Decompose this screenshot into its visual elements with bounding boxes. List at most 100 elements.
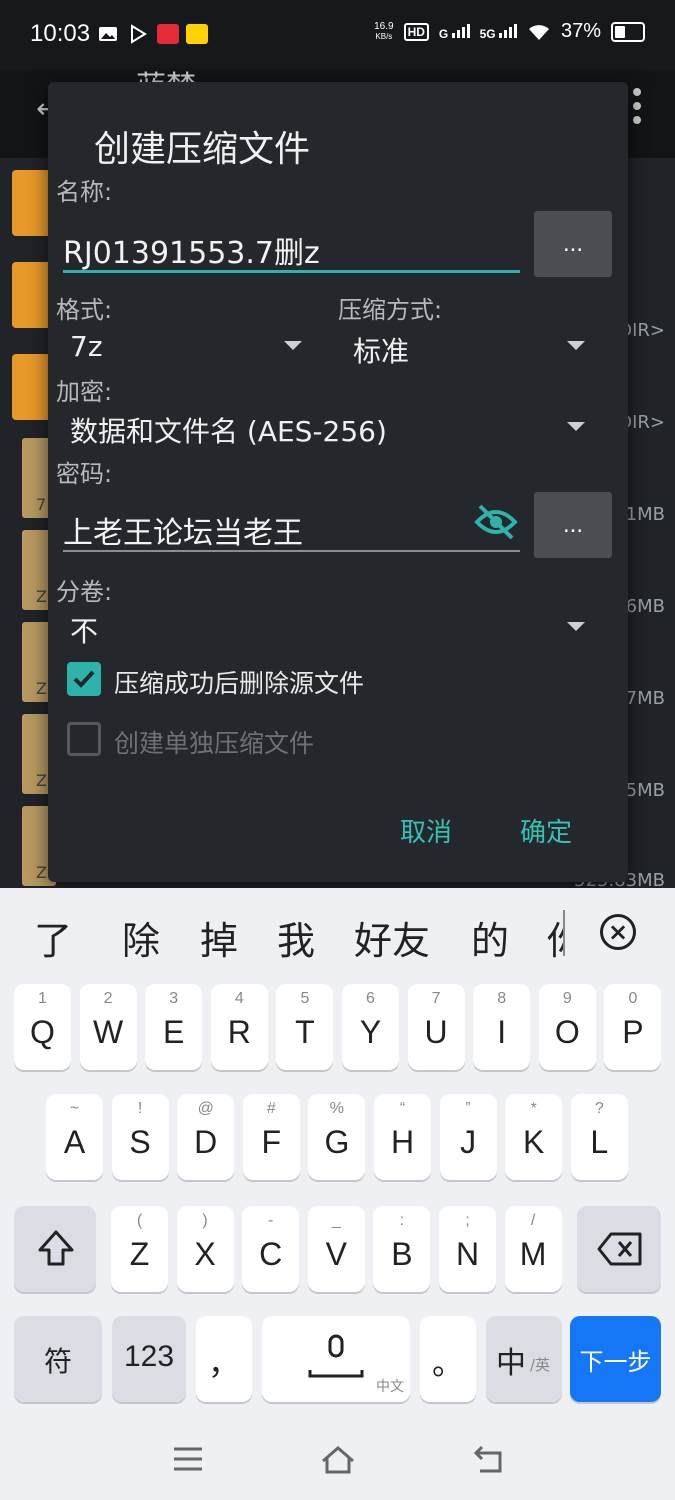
more-options-icon[interactable] (633, 88, 641, 130)
key-secondary-label: “ (399, 1100, 406, 1117)
encrypt-select[interactable]: 数据和文件名 (AES-256) (70, 410, 387, 450)
encrypt-chevron-down-icon[interactable] (567, 422, 585, 431)
candidate-scroll-edge (563, 910, 565, 956)
key-secondary-label: ? (594, 1100, 604, 1117)
key-c[interactable]: -C (242, 1206, 300, 1292)
period-key-label: 。 (431, 1344, 464, 1382)
candidate-word[interactable]: 我 (277, 910, 315, 965)
comma-key[interactable]: ， (196, 1316, 252, 1402)
key-w[interactable]: 2W (79, 984, 137, 1070)
key-secondary-label: 8 (497, 990, 507, 1007)
key-o[interactable]: 9O (538, 984, 596, 1070)
candidate-word[interactable]: 好友 (354, 910, 430, 965)
key-t[interactable]: 5T (276, 984, 334, 1070)
key-secondary-label: 9 (562, 990, 572, 1007)
file-meta: 1MB (625, 504, 665, 525)
method-select[interactable]: 标准 (353, 330, 409, 370)
sim2-label: 5G (479, 27, 496, 41)
candidate-word[interactable]: 除 (122, 910, 160, 965)
meituan-badge (186, 24, 208, 44)
key-p[interactable]: 0P (604, 984, 662, 1070)
candidate-word[interactable]: 的 (471, 910, 509, 965)
format-select[interactable]: 7z (70, 330, 103, 363)
period-key[interactable]: 。 (420, 1316, 476, 1402)
hd-icon: HD (403, 22, 429, 41)
key-l[interactable]: ? L (570, 1094, 628, 1180)
candidate-word[interactable]: 了 (34, 910, 72, 965)
method-chevron-down-icon[interactable] (567, 341, 585, 350)
key-x[interactable]: ) X (176, 1206, 234, 1292)
numbers-key-label: 123 (123, 1340, 175, 1373)
name-input-underline (63, 270, 520, 273)
key-secondary-label: 5 (300, 990, 310, 1007)
create-archive-dialog: 创建压缩文件 名称: RJ01391553.7删z ... 格式: 压缩方式: … (48, 82, 628, 882)
cancel-button[interactable]: 取消 (400, 812, 452, 849)
key-primary-label: J (460, 1124, 477, 1160)
key-n[interactable]: ; N (439, 1206, 496, 1292)
key-g[interactable]: % G (308, 1094, 366, 1180)
key-primary-label: R (227, 1014, 251, 1050)
key-a[interactable]: ~ A (46, 1094, 103, 1180)
key-j[interactable]: ” J (439, 1094, 497, 1180)
folder-icon[interactable] (12, 354, 52, 420)
key-h[interactable]: “H (374, 1094, 431, 1180)
key-primary-label: K (523, 1124, 545, 1160)
delete-source-label[interactable]: 压缩成功后删除源文件 (114, 664, 364, 700)
key-e[interactable]: 3E (145, 984, 203, 1070)
home-nav-icon[interactable] (320, 1445, 356, 1475)
shift-key[interactable] (14, 1206, 96, 1292)
name-input[interactable]: RJ01391553.7删z (63, 228, 320, 272)
key-k[interactable]: * K (505, 1094, 563, 1180)
key-y[interactable]: 6Y (342, 984, 399, 1070)
format-chevron-down-icon[interactable] (284, 341, 302, 350)
numbers-key[interactable]: 123 (112, 1316, 186, 1402)
next-step-button[interactable]: 下一步 (570, 1316, 661, 1402)
key-v[interactable]: _ V (307, 1206, 365, 1292)
key-secondary-label: % (329, 1100, 344, 1117)
language-switch-key[interactable]: 中 /英 (486, 1316, 562, 1402)
key-s[interactable]: ! S (111, 1094, 169, 1180)
password-options-button[interactable]: ... (534, 492, 612, 558)
browse-name-button[interactable]: ... (534, 211, 612, 277)
key-q[interactable]: 1Q (14, 984, 71, 1070)
key-primary-label: H (390, 1124, 415, 1160)
candidate-word[interactable]: 掉 (200, 910, 238, 965)
key-secondary-label: 2 (103, 990, 113, 1007)
battery-percent: 37% (560, 20, 601, 42)
dialog-title: 创建压缩文件 (94, 129, 311, 170)
key-secondary-label: ; (465, 1212, 470, 1229)
key-secondary-label: @ (197, 1100, 214, 1117)
separate-archive-checkbox[interactable] (67, 722, 101, 756)
key-primary-label: Y (359, 1014, 382, 1050)
menu-nav-icon[interactable] (172, 1445, 204, 1473)
status-right: 16.9 KB/s HD G 5G 37% (374, 20, 645, 43)
ok-button[interactable]: 确定 (520, 812, 572, 849)
key-i[interactable]: 8I (473, 984, 531, 1070)
space-voice-key[interactable]: 中文 (262, 1316, 410, 1402)
symbols-key[interactable]: 符 (14, 1316, 102, 1402)
key-b[interactable]: :B (373, 1206, 431, 1292)
key-primary-label: G (324, 1124, 350, 1160)
folder-icon[interactable] (12, 262, 52, 328)
key-m[interactable]: / M (504, 1206, 562, 1292)
folder-up-icon[interactable] (12, 170, 52, 236)
separate-archive-label[interactable]: 创建单独压缩文件 (114, 724, 314, 760)
key-primary-label: E (163, 1014, 185, 1050)
key-secondary-label: * (530, 1100, 537, 1117)
eye-off-icon[interactable] (474, 504, 518, 540)
backspace-icon (597, 1232, 642, 1266)
password-input[interactable]: 上老王论坛当老王 (63, 508, 303, 552)
back-nav-icon[interactable] (472, 1445, 504, 1473)
key-secondary-label: 6 (366, 990, 375, 1007)
volume-select[interactable]: 不 (70, 610, 98, 650)
backspace-key[interactable] (577, 1206, 661, 1292)
key-z[interactable]: (Z (111, 1206, 168, 1292)
key-r[interactable]: 4R (210, 984, 268, 1070)
close-candidates-icon[interactable]: × (600, 914, 636, 950)
key-d[interactable]: @ D (177, 1094, 235, 1180)
key-u[interactable]: 7U (407, 984, 465, 1070)
key-f[interactable]: # F (242, 1094, 300, 1180)
volume-chevron-down-icon[interactable] (567, 622, 585, 631)
delete-source-checkbox[interactable] (67, 662, 101, 696)
language-sub-label: /英 (530, 1356, 551, 1374)
